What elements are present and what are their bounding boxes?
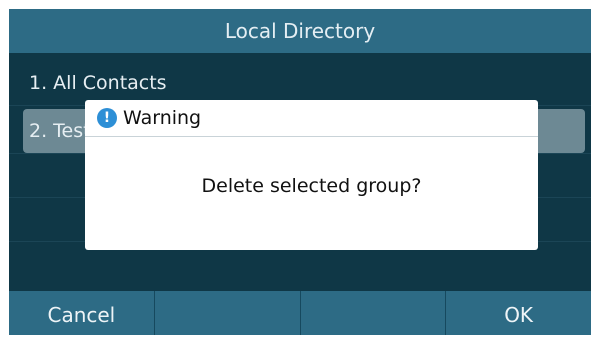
info-icon: ! (97, 108, 117, 128)
dialog-message: Delete selected group? (201, 175, 422, 197)
page-title: Local Directory (9, 9, 591, 53)
dialog-title: Warning (123, 107, 202, 129)
dialog-header: ! Warning (85, 100, 538, 137)
cancel-button[interactable]: Cancel (9, 291, 155, 335)
softkey-2[interactable] (155, 291, 301, 335)
warning-dialog: ! Warning Delete selected group? (85, 100, 538, 250)
softkey-bar: Cancel OK (9, 291, 591, 335)
list-item-label: 2. Test (29, 120, 91, 142)
list-item-all-contacts[interactable]: 1. All Contacts (23, 61, 585, 105)
phone-screen: Local Directory 1. All Contacts 2. Test … (9, 9, 591, 335)
ok-button[interactable]: OK (446, 291, 591, 335)
softkey-3[interactable] (301, 291, 447, 335)
list-item-label: 1. All Contacts (29, 72, 167, 94)
